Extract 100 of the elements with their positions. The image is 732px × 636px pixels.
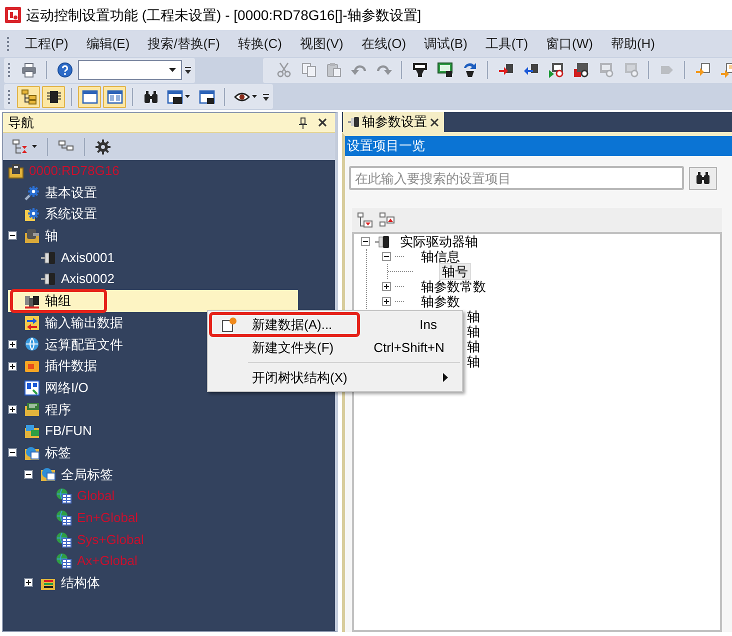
menu-item[interactable]: 新建数据(A)... — [209, 312, 360, 337]
module-button[interactable] — [42, 86, 65, 108]
clipboard-icon — [326, 62, 342, 78]
tree-item[interactable]: 轴 — [8, 225, 298, 247]
search-field[interactable]: 在此输入要搜索的设置项目 — [349, 166, 684, 190]
expand-icon[interactable] — [8, 362, 17, 371]
caret-icon[interactable] — [169, 68, 176, 72]
transfer-icon — [24, 314, 40, 331]
app-icon — [5, 7, 21, 23]
globe-table-icon — [56, 488, 72, 504]
expand-icon[interactable] — [382, 282, 391, 291]
tree-item[interactable]: Axis0002 — [8, 268, 298, 290]
tree-item[interactable]: 基本设置 — [8, 182, 298, 204]
globe-table-icon — [56, 510, 72, 526]
expand-icon[interactable] — [382, 297, 391, 306]
tree-item[interactable]: 结构体 — [8, 572, 298, 594]
menu-item[interactable]: 视图(V) — [290, 36, 352, 52]
collapse-icon[interactable] — [382, 252, 391, 261]
tree-item[interactable]: 轴 — [465, 354, 482, 369]
motor-icon — [374, 234, 390, 250]
tree-item[interactable]: 轴参数常数 — [419, 279, 488, 294]
caret-icon — [252, 95, 257, 98]
globe-table-icon — [56, 553, 72, 570]
caret-icon — [185, 95, 190, 98]
combo-field[interactable] — [78, 60, 182, 80]
page-arrow-icon — [720, 62, 732, 78]
screen-ring-icon — [572, 62, 588, 78]
menu-item[interactable]: 搜索/替换(F) — [138, 36, 229, 52]
menu-item[interactable]: 编辑(E) — [77, 36, 139, 52]
menu-item[interactable]: 窗口(W) — [537, 36, 602, 52]
menu-item[interactable]: 调试(B) — [415, 36, 476, 52]
panel-header: 设置项目一览 — [345, 136, 732, 156]
menu-item[interactable]: 在线(O) — [352, 36, 416, 52]
help-icon — [56, 62, 72, 78]
collapse-icon[interactable] — [361, 237, 370, 246]
tree-item[interactable]: 程序 — [8, 398, 298, 420]
document-folder-icon — [24, 401, 40, 418]
printer-icon — [20, 62, 36, 78]
window-icon — [82, 88, 98, 105]
page-icon — [221, 316, 237, 332]
window-icon — [198, 88, 214, 105]
grip-icon[interactable] — [7, 62, 11, 78]
tree-item[interactable]: Axis0001 — [8, 246, 298, 268]
overflow-icon[interactable] — [184, 64, 192, 76]
tree-item[interactable]: 轴信息 — [419, 249, 462, 264]
page-arrow-icon — [694, 62, 710, 78]
navigation-button[interactable] — [17, 86, 40, 108]
tree-item[interactable]: 轴参数 — [419, 294, 462, 309]
grip-icon[interactable] — [6, 36, 10, 52]
expand-all-icon[interactable] — [357, 212, 373, 228]
menu-item[interactable]: 工具(T) — [476, 36, 538, 52]
tree-item[interactable]: 全局标签 — [8, 464, 298, 486]
motor-icon — [40, 250, 56, 266]
gear-icon — [24, 206, 40, 222]
collapse-all-icon[interactable] — [379, 212, 395, 228]
caret-icon — [32, 145, 37, 148]
pin-icon[interactable] — [298, 116, 308, 128]
globe-table-icon — [56, 532, 72, 548]
panel-title: 导航 — [8, 114, 35, 130]
tree-item[interactable]: 轴号 — [440, 264, 470, 279]
shortcut-text: Ins — [418, 316, 437, 332]
globe-folder-icon — [24, 444, 40, 461]
funnel-icon — [412, 62, 428, 78]
tree-item[interactable]: FB/FUN — [8, 420, 298, 442]
blocks-icon — [24, 423, 40, 440]
screen-ring-icon — [598, 62, 614, 78]
close-icon[interactable] — [430, 118, 439, 126]
search-button[interactable] — [689, 166, 717, 190]
shortcut-text: Ctrl+Shift+N — [372, 340, 444, 356]
globe-folder-icon — [40, 466, 56, 482]
menu-item[interactable]: 开闭树状结构(X) — [209, 365, 376, 390]
menu-item[interactable]: 工程(P) — [16, 36, 78, 52]
menu-item[interactable]: 新建文件夹(F) — [209, 335, 362, 360]
tree-item[interactable]: 轴 — [465, 339, 482, 354]
collapse-icon[interactable] — [8, 231, 17, 240]
tree-item[interactable]: 实际驱动器轴 — [398, 234, 480, 249]
tree-item[interactable]: 系统设置 — [8, 203, 298, 226]
menu-item[interactable]: 转换(C) — [228, 36, 291, 52]
expand-icon[interactable] — [24, 578, 33, 588]
collapse-icon[interactable] — [24, 470, 33, 479]
binoculars-icon — [142, 88, 158, 105]
chip-icon — [46, 88, 62, 105]
screen-icon — [436, 62, 452, 78]
tree-item[interactable]: 标签 — [8, 442, 298, 464]
copy-icon — [300, 62, 316, 78]
tree-item[interactable]: 轴 — [465, 309, 482, 324]
folder-icon — [24, 358, 40, 374]
collapse-icon[interactable] — [8, 448, 17, 458]
tree-sort-icon[interactable] — [12, 138, 28, 154]
menu-item[interactable]: 帮助(H) — [602, 36, 664, 52]
grip-icon[interactable] — [7, 88, 11, 105]
settings-icon[interactable] — [95, 138, 111, 154]
expand-icon[interactable] — [8, 404, 17, 414]
expand-icon[interactable] — [8, 340, 17, 349]
window-title: 运动控制设置功能 (工程未设置) - [0000:RD78G16[]-轴参数设置] — [26, 6, 422, 24]
submenu-arrow-icon — [443, 373, 448, 382]
document-tab[interactable]: 轴参数设置 — [343, 112, 444, 132]
close-icon[interactable] — [318, 118, 327, 127]
tree-item[interactable]: 轴 — [465, 324, 482, 339]
gear-icon — [24, 184, 40, 201]
